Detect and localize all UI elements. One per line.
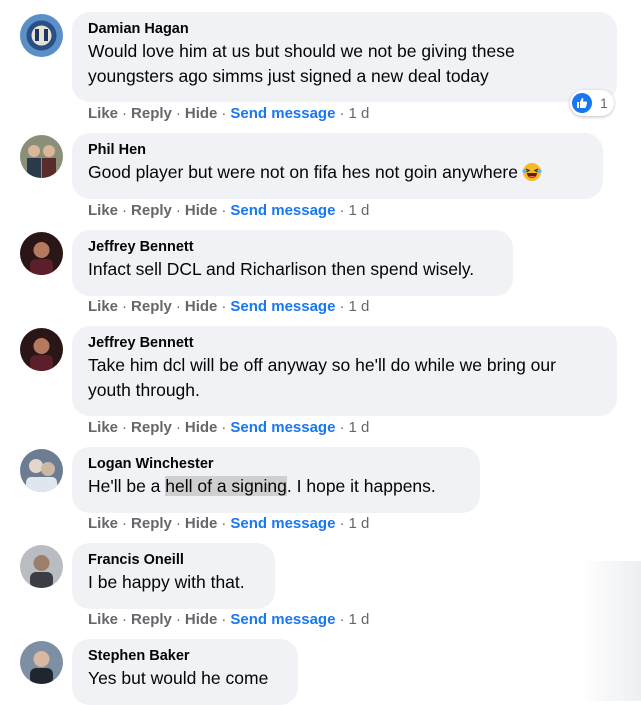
separator: ·: [221, 298, 227, 315]
comment-timestamp[interactable]: 1 d: [348, 419, 369, 436]
avatar[interactable]: [20, 14, 63, 57]
separator: ·: [122, 515, 128, 532]
separator: ·: [175, 611, 181, 628]
separator: ·: [221, 611, 227, 628]
comment-author[interactable]: Phil Hen: [88, 141, 587, 160]
avatar[interactable]: [20, 545, 63, 588]
comment-text-content: Good player but were not on fifa hes not…: [88, 162, 518, 182]
comment-timestamp[interactable]: 1 d: [348, 202, 369, 219]
separator: ·: [175, 419, 181, 436]
separator: ·: [339, 105, 345, 122]
separator: ·: [221, 105, 227, 122]
comment-timestamp[interactable]: 1 d: [348, 105, 369, 122]
comment-bubble: Logan Winchester He'll be a hell of a si…: [72, 447, 480, 513]
comment-bubble: Francis Oneill I be happy with that.: [72, 543, 275, 609]
hide-button[interactable]: Hide: [185, 202, 218, 219]
separator: ·: [175, 202, 181, 219]
reply-button[interactable]: Reply: [131, 611, 172, 628]
like-button[interactable]: Like: [88, 298, 118, 315]
comment-author[interactable]: Jeffrey Bennett: [88, 334, 601, 353]
reply-button[interactable]: Reply: [131, 105, 172, 122]
separator: ·: [122, 419, 128, 436]
separator: ·: [122, 298, 128, 315]
comment-actions: Like · Reply · Hide · Send message · 1 d: [88, 418, 369, 438]
comment-actions: Like · Reply · Hide · Send message · 1 d: [88, 610, 369, 630]
comment-text: I be happy with that.: [88, 572, 245, 592]
send-message-button[interactable]: Send message: [230, 611, 335, 628]
like-button[interactable]: Like: [88, 515, 118, 532]
separator: ·: [221, 515, 227, 532]
hide-button[interactable]: Hide: [185, 105, 218, 122]
comment-actions: Like · Reply · Hide · Send message · 1 d: [88, 297, 369, 317]
comment-author[interactable]: Damian Hagan: [88, 20, 601, 39]
comment-timestamp[interactable]: 1 d: [348, 611, 369, 628]
separator: ·: [339, 202, 345, 219]
comment-text: Infact sell DCL and Richarlison then spe…: [88, 259, 475, 279]
separator: ·: [175, 515, 181, 532]
separator: ·: [175, 298, 181, 315]
comment-timestamp[interactable]: 1 d: [348, 515, 369, 532]
separator: ·: [339, 298, 345, 315]
separator: ·: [175, 105, 181, 122]
hide-button[interactable]: Hide: [185, 419, 218, 436]
separator: ·: [339, 515, 345, 532]
avatar[interactable]: [20, 232, 63, 275]
hide-button[interactable]: Hide: [185, 515, 218, 532]
comment-actions: Like · Reply · Hide · Send message · 1 d: [88, 201, 369, 221]
thumbs-up-icon: [572, 93, 592, 113]
comment-bubble: Jeffrey Bennett Take him dcl will be off…: [72, 326, 617, 416]
send-message-button[interactable]: Send message: [230, 105, 335, 122]
comment-text: Take him dcl will be off anyway so he'll…: [88, 355, 556, 400]
separator: ·: [122, 105, 128, 122]
reply-button[interactable]: Reply: [131, 298, 172, 315]
comment-text: Would love him at us but should we not b…: [88, 41, 515, 86]
separator: ·: [339, 611, 345, 628]
like-button[interactable]: Like: [88, 611, 118, 628]
avatar[interactable]: [20, 641, 63, 684]
separator: ·: [122, 202, 128, 219]
comment-author[interactable]: Logan Winchester: [88, 455, 464, 474]
reaction-count[interactable]: 1: [570, 90, 614, 116]
reaction-count-value: 1: [600, 95, 608, 111]
separator: ·: [221, 419, 227, 436]
reply-button[interactable]: Reply: [131, 515, 172, 532]
comment-text: Yes but would he come: [88, 668, 269, 688]
comment-bubble: Jeffrey Bennett Infact sell DCL and Rich…: [72, 230, 513, 296]
like-button[interactable]: Like: [88, 419, 118, 436]
reply-button[interactable]: Reply: [131, 419, 172, 436]
hide-button[interactable]: Hide: [185, 611, 218, 628]
comment-text-part: He'll be a: [88, 476, 166, 496]
like-button[interactable]: Like: [88, 105, 118, 122]
comment-author[interactable]: Francis Oneill: [88, 551, 259, 570]
comment-timestamp[interactable]: 1 d: [348, 298, 369, 315]
avatar[interactable]: [20, 328, 63, 371]
send-message-button[interactable]: Send message: [230, 298, 335, 315]
comment-bubble: Phil Hen Good player but were not on fif…: [72, 133, 603, 199]
comment-author[interactable]: Jeffrey Bennett: [88, 238, 497, 257]
separator: ·: [339, 419, 345, 436]
comment-actions: Like · Reply · Hide · Send message · 1 d: [88, 104, 369, 124]
comment-text: Good player but were not on fifa hes not…: [88, 160, 587, 185]
comment-author[interactable]: Stephen Baker: [88, 647, 282, 666]
comment-bubble: Damian Hagan Would love him at us but sh…: [72, 12, 617, 102]
reply-button[interactable]: Reply: [131, 202, 172, 219]
highlighted-text: hell of a signing: [165, 476, 287, 496]
laughing-tears-emoji-icon: [522, 162, 542, 182]
comment-bubble: Stephen Baker Yes but would he come: [72, 639, 298, 705]
separator: ·: [221, 202, 227, 219]
comment-text-part: . I hope it happens.: [286, 476, 436, 496]
send-message-button[interactable]: Send message: [230, 419, 335, 436]
send-message-button[interactable]: Send message: [230, 202, 335, 219]
avatar[interactable]: [20, 449, 63, 492]
comment-text: He'll be a hell of a signing. I hope it …: [88, 474, 464, 499]
comment-actions: Like · Reply · Hide · Send message · 1 d: [88, 514, 369, 534]
avatar[interactable]: [20, 135, 63, 178]
like-button[interactable]: Like: [88, 202, 118, 219]
send-message-button[interactable]: Send message: [230, 515, 335, 532]
scroll-shadow: [581, 561, 641, 701]
hide-button[interactable]: Hide: [185, 298, 218, 315]
separator: ·: [122, 611, 128, 628]
